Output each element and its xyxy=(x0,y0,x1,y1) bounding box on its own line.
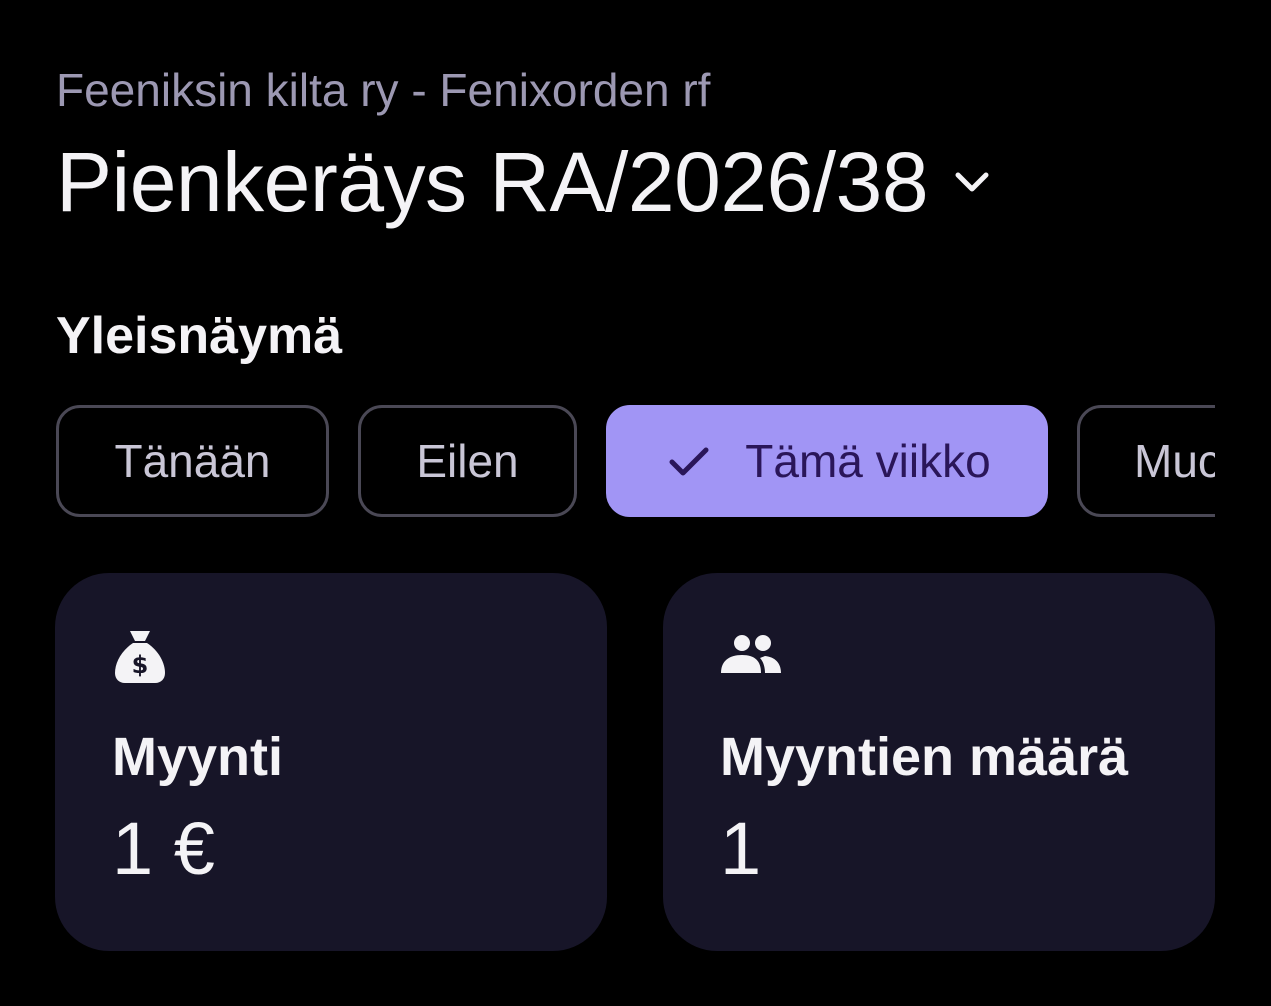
filter-chip-label: Tänään xyxy=(114,435,271,487)
sales-label: Myynti xyxy=(112,727,284,787)
sales-value: 1 € xyxy=(112,807,215,890)
filter-chip-label: Muc xyxy=(1134,435,1215,487)
check-icon xyxy=(663,435,715,487)
filter-chip-label: Tämä viikko xyxy=(745,435,991,487)
filter-chip-label: Eilen xyxy=(416,435,519,487)
organization-name: Feeniksin kilta ry - Fenixorden rf xyxy=(56,64,711,116)
sales-card: $ Myynti 1 € xyxy=(55,573,607,951)
date-filter-chips[interactable]: Tänään Eilen Tämä viikko Muc xyxy=(56,405,1215,517)
sales-count-card: Myyntien määrä 1 xyxy=(663,573,1215,951)
filter-chip-other[interactable]: Muc xyxy=(1077,405,1215,517)
sales-count-value: 1 xyxy=(720,807,762,890)
svg-text:$: $ xyxy=(132,651,149,679)
fundraiser-overview-screen: Feeniksin kilta ry - Fenixorden rf Pienk… xyxy=(0,0,1271,1006)
chevron-down-icon[interactable] xyxy=(950,160,994,204)
fundraiser-title: Pienkeräys RA/2026/38 xyxy=(56,135,929,229)
sales-count-label: Myyntien määrä xyxy=(720,727,1129,787)
fundraiser-selector[interactable]: Pienkeräys RA/2026/38 xyxy=(56,134,994,230)
filter-chip-today[interactable]: Tänään xyxy=(56,405,329,517)
filter-chip-yesterday[interactable]: Eilen xyxy=(358,405,577,517)
overview-section-title: Yleisnäymä xyxy=(56,307,343,365)
people-icon xyxy=(719,627,781,685)
filter-chip-this-week[interactable]: Tämä viikko xyxy=(606,405,1048,517)
money-bag-icon: $ xyxy=(111,627,169,685)
